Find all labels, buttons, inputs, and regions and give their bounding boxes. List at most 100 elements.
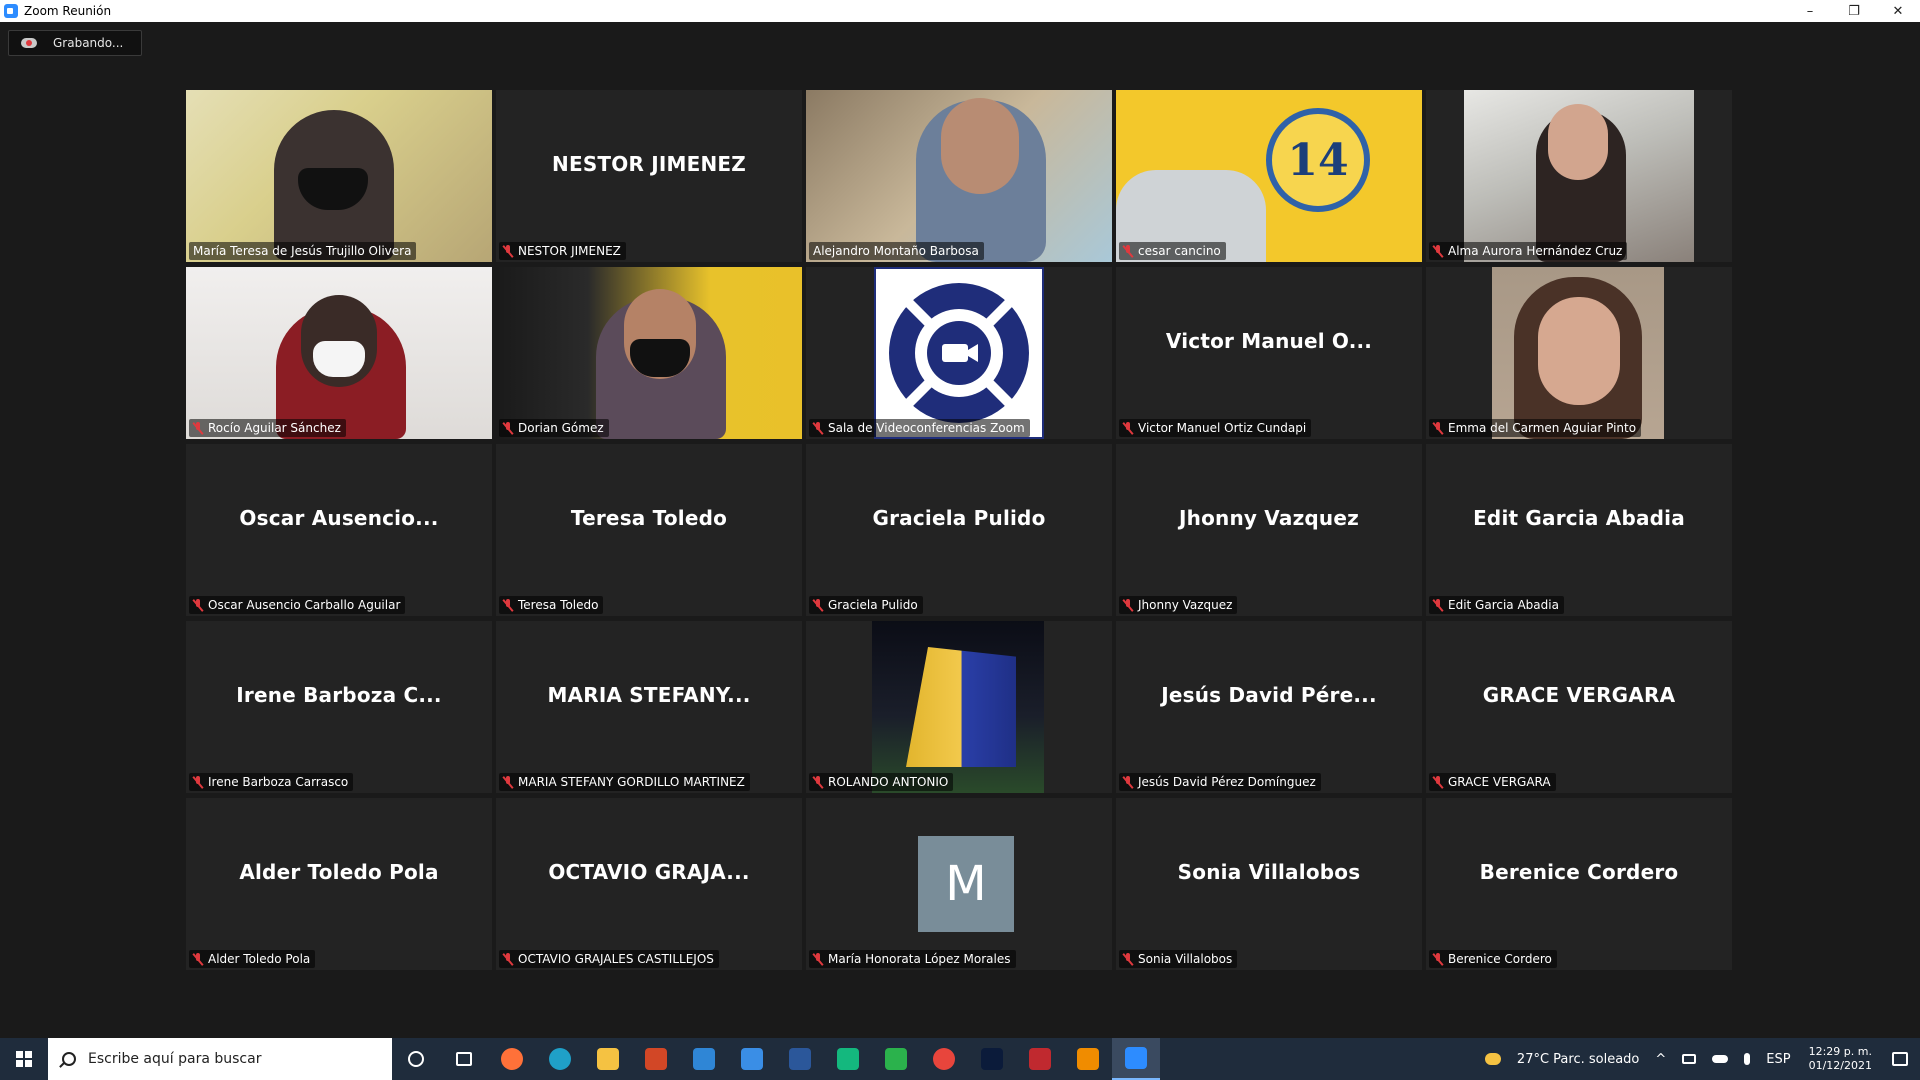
weather-text[interactable]: 27°C Parc. soleado: [1517, 1052, 1639, 1067]
taskbar-app[interactable]: [1112, 1038, 1160, 1080]
participant-name-tag: Dorian Gómez: [499, 419, 609, 437]
participant-tile[interactable]: ROLANDO ANTONIO: [806, 621, 1112, 793]
muted-microphone-icon: [1123, 244, 1133, 258]
participant-name: Berenice Cordero: [1448, 952, 1552, 966]
taskbar-app[interactable]: [1064, 1038, 1112, 1080]
taskbar-search[interactable]: Escribe aquí para buscar: [48, 1038, 392, 1080]
participant-tile[interactable]: MARIA STEFANY... MARIA STEFANY GORDILLO M…: [496, 621, 802, 793]
participant-name: Alder Toledo Pola: [208, 952, 311, 966]
close-button[interactable]: ✕: [1876, 0, 1920, 22]
taskbar-app[interactable]: [968, 1038, 1016, 1080]
file-explorer-icon: [597, 1048, 619, 1070]
network-icon[interactable]: [1682, 1054, 1697, 1064]
participant-tile[interactable]: NESTOR JIMENEZ NESTOR JIMENEZ: [496, 90, 802, 262]
microphone-icon[interactable]: [1744, 1053, 1751, 1065]
participant-tile[interactable]: Irene Barboza C... Irene Barboza Carrasco: [186, 621, 492, 793]
participant-display-name: GRACE VERGARA: [1482, 683, 1676, 707]
recording-indicator[interactable]: Grabando...: [8, 30, 142, 56]
mail-icon: [693, 1048, 715, 1070]
taskbar-app[interactable]: [632, 1038, 680, 1080]
participant-tile[interactable]: Sala de Videoconferencias Zoom: [806, 267, 1112, 439]
chrome-icon: [933, 1048, 955, 1070]
participant-display-name: Jesús David Pére...: [1161, 683, 1377, 707]
taskbar-app[interactable]: [776, 1038, 824, 1080]
taskbar-app[interactable]: [392, 1038, 440, 1080]
muted-microphone-icon: [1123, 775, 1133, 789]
muted-microphone-icon: [1433, 952, 1443, 966]
participant-name-tag: Teresa Toledo: [499, 596, 604, 614]
restore-button[interactable]: ❐: [1832, 0, 1876, 22]
participant-display-name: Graciela Pulido: [872, 506, 1046, 530]
participant-display-name: Teresa Toledo: [570, 506, 728, 530]
muted-microphone-icon: [813, 952, 823, 966]
participant-tile[interactable]: Graciela Pulido Graciela Pulido: [806, 444, 1112, 616]
taskbar-app[interactable]: [728, 1038, 776, 1080]
taskbar-app[interactable]: [680, 1038, 728, 1080]
participant-tile[interactable]: Dorian Gómez: [496, 267, 802, 439]
cortana-icon: [408, 1051, 424, 1067]
muted-microphone-icon: [1433, 775, 1443, 789]
participant-tile[interactable]: Teresa Toledo Teresa Toledo: [496, 444, 802, 616]
muted-microphone-icon: [813, 598, 823, 612]
participant-name-tag: Graciela Pulido: [809, 596, 923, 614]
participant-name: Oscar Ausencio Carballo Aguilar: [208, 598, 401, 612]
participant-name: Alma Aurora Hernández Cruz: [1448, 244, 1623, 258]
participant-display-name: Irene Barboza C...: [236, 683, 442, 707]
participant-name: ROLANDO ANTONIO: [828, 775, 949, 789]
participant-tile[interactable]: Alejandro Montaño Barbosa: [806, 90, 1112, 262]
participant-tile[interactable]: Victor Manuel O... Victor Manuel Ortiz Cu…: [1116, 267, 1422, 439]
participant-name: María Teresa de Jesús Trujillo Olivera: [193, 244, 412, 258]
chevron-up-icon[interactable]: ^: [1655, 1052, 1666, 1067]
taskbar-app[interactable]: [872, 1038, 920, 1080]
participant-tile[interactable]: Alma Aurora Hernández Cruz: [1426, 90, 1732, 262]
taskbar-app[interactable]: [920, 1038, 968, 1080]
store-icon: [741, 1048, 763, 1070]
phone-icon: [885, 1048, 907, 1070]
taskbar-app[interactable]: [488, 1038, 536, 1080]
participant-tile[interactable]: Jesús David Pére... Jesús David Pérez Dom…: [1116, 621, 1422, 793]
muted-microphone-icon: [1433, 598, 1443, 612]
participant-tile[interactable]: Emma del Carmen Aguiar Pinto: [1426, 267, 1732, 439]
participant-display-name: OCTAVIO GRAJA...: [548, 860, 750, 884]
task-view-icon: [456, 1052, 472, 1066]
participant-tile[interactable]: 14 cesar cancino: [1116, 90, 1422, 262]
windows-taskbar: Escribe aquí para buscar 27°C Parc. sole…: [0, 1038, 1920, 1080]
participant-video: [186, 90, 492, 262]
weather-icon[interactable]: [1484, 1053, 1501, 1065]
participant-tile[interactable]: Rocío Aguilar Sánchez: [186, 267, 492, 439]
taskbar-app[interactable]: [440, 1038, 488, 1080]
taskbar-app[interactable]: [584, 1038, 632, 1080]
participant-tile[interactable]: OCTAVIO GRAJA... OCTAVIO GRAJALES CASTILL…: [496, 798, 802, 970]
muted-microphone-icon: [1123, 421, 1133, 435]
participant-display-name: Edit Garcia Abadia: [1473, 506, 1685, 530]
participant-tile[interactable]: María Teresa de Jesús Trujillo Olivera: [186, 90, 492, 262]
participant-tile[interactable]: Oscar Ausencio... Oscar Ausencio Carballo…: [186, 444, 492, 616]
muted-microphone-icon: [1433, 421, 1443, 435]
muted-microphone-icon: [193, 775, 203, 789]
start-button[interactable]: [0, 1038, 48, 1080]
participant-name: Irene Barboza Carrasco: [208, 775, 349, 789]
participant-name-tag: Emma del Carmen Aguiar Pinto: [1429, 419, 1642, 437]
participant-display-name: Sonia Villalobos: [1177, 860, 1361, 884]
participant-tile[interactable]: Alder Toledo Pola Alder Toledo Pola: [186, 798, 492, 970]
minimize-button[interactable]: –: [1788, 0, 1832, 22]
participant-name-tag: Alejandro Montaño Barbosa: [809, 242, 984, 260]
clock[interactable]: 12:29 p. m. 01/12/2021: [1809, 1045, 1872, 1073]
language-indicator[interactable]: ESP: [1766, 1052, 1790, 1067]
participant-tile[interactable]: M María Honorata López Morales: [806, 798, 1112, 970]
participant-tile[interactable]: Edit Garcia Abadia Edit Garcia Abadia: [1426, 444, 1732, 616]
notification-center-button[interactable]: [1880, 1038, 1920, 1080]
participant-tile[interactable]: Jhonny Vazquez Jhonny Vazquez: [1116, 444, 1422, 616]
onedrive-icon[interactable]: [1712, 1055, 1729, 1063]
taskbar-app[interactable]: [1016, 1038, 1064, 1080]
participant-tile[interactable]: GRACE VERGARA GRACE VERGARA: [1426, 621, 1732, 793]
muted-microphone-icon: [813, 775, 823, 789]
taskbar-app[interactable]: [824, 1038, 872, 1080]
participant-tile[interactable]: Berenice Cordero Berenice Cordero: [1426, 798, 1732, 970]
taskbar-app[interactable]: [536, 1038, 584, 1080]
video-head: [1538, 297, 1620, 405]
video-mask: [313, 341, 365, 377]
participant-tile[interactable]: Sonia Villalobos Sonia Villalobos: [1116, 798, 1422, 970]
participant-avatar: M: [918, 836, 1014, 932]
meeting-area: Grabando... María Teresa de Jesús Trujil…: [0, 22, 1920, 1038]
